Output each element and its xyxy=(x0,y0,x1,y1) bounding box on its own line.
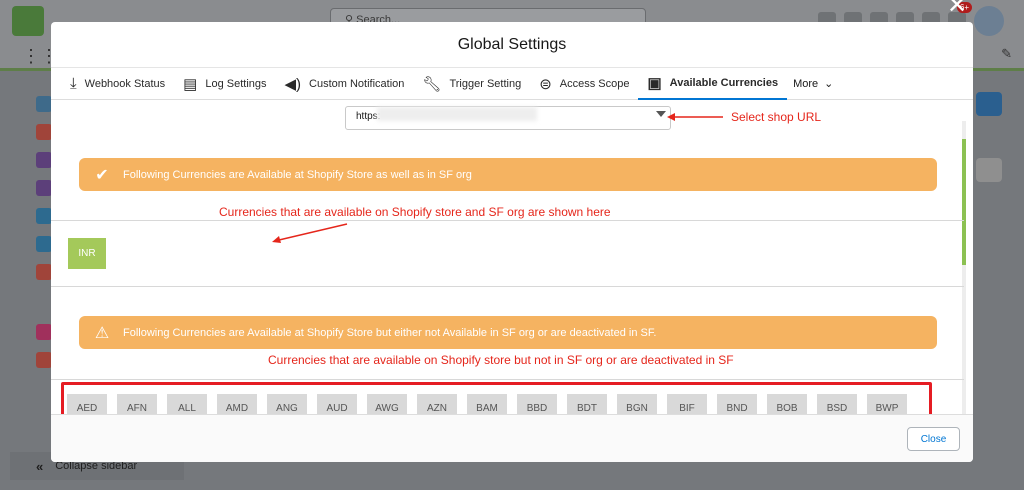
megaphone-icon: ◀) xyxy=(284,75,302,93)
sidebar-item-crown-icon[interactable] xyxy=(36,264,52,280)
edit-pencil-icon[interactable]: ✎ xyxy=(1001,46,1012,62)
chevron-down-icon: ⌄ xyxy=(824,78,834,90)
tab-trigger-setting[interactable]: 🔧︎ Trigger Setting xyxy=(413,68,530,100)
avatar[interactable] xyxy=(974,6,1004,36)
tab-label: Trigger Setting xyxy=(449,77,522,90)
sidebar-item-layers-icon[interactable] xyxy=(36,236,52,252)
right-delete-button[interactable] xyxy=(976,158,1002,182)
tab-log-settings[interactable]: ▤ Log Settings xyxy=(174,68,275,100)
tab-label: Webhook Status xyxy=(84,77,166,90)
sidebar-item-products-icon[interactable] xyxy=(36,152,52,168)
more-label: More xyxy=(793,77,819,90)
modal-title: Global Settings xyxy=(51,22,973,68)
modal-footer: Close xyxy=(51,414,973,462)
tab-available-currencies[interactable]: ▣ Available Currencies xyxy=(638,68,788,100)
tab-more[interactable]: More ⌄ xyxy=(787,77,839,91)
money-icon: ▣ xyxy=(647,74,662,92)
sidebar-item-settings-icon[interactable] xyxy=(36,96,52,112)
global-settings-modal: Global Settings ⤓ Webhook Status ▤ Log S… xyxy=(51,22,973,462)
sidebar xyxy=(14,88,54,410)
right-settings-button[interactable] xyxy=(976,92,1002,116)
sidebar-item-orders-icon[interactable] xyxy=(36,124,52,140)
tab-custom-notification[interactable]: ◀) Custom Notification xyxy=(276,68,414,100)
sidebar-item-calendar-icon[interactable] xyxy=(36,324,52,340)
annotation-arrows xyxy=(272,113,723,243)
wrench-icon: 🔧︎ xyxy=(422,75,442,93)
double-chevron-left-icon: « xyxy=(36,458,44,474)
modal-close-icon[interactable]: ✕ xyxy=(947,0,967,18)
toggle-icon: ⊜ xyxy=(539,75,552,93)
tab-label: Log Settings xyxy=(205,77,267,90)
arrow-available xyxy=(272,223,348,243)
tab-label: Access Scope xyxy=(559,77,630,90)
app-logo xyxy=(12,6,44,36)
sidebar-item-customers-icon[interactable] xyxy=(36,180,52,196)
log-icon: ▤ xyxy=(183,75,198,93)
settings-tabs: ⤓ Webhook Status ▤ Log Settings ◀) Custo… xyxy=(51,68,973,100)
sidebar-item-gauge-icon[interactable] xyxy=(36,352,52,368)
tab-access-scope[interactable]: ⊜ Access Scope xyxy=(530,68,638,100)
tab-label: Custom Notification xyxy=(309,77,405,90)
sidebar-item-favorites-icon[interactable] xyxy=(36,208,52,224)
tab-webhook-status[interactable]: ⤓ Webhook Status xyxy=(61,68,174,100)
download-tray-icon: ⤓ xyxy=(70,75,77,92)
tab-label: Available Currencies xyxy=(669,76,779,89)
currencies-panel: https: Select shop URL ✔ Following Curre… xyxy=(51,101,973,414)
arrow-select-shop xyxy=(667,113,723,121)
close-button[interactable]: Close xyxy=(907,427,960,451)
